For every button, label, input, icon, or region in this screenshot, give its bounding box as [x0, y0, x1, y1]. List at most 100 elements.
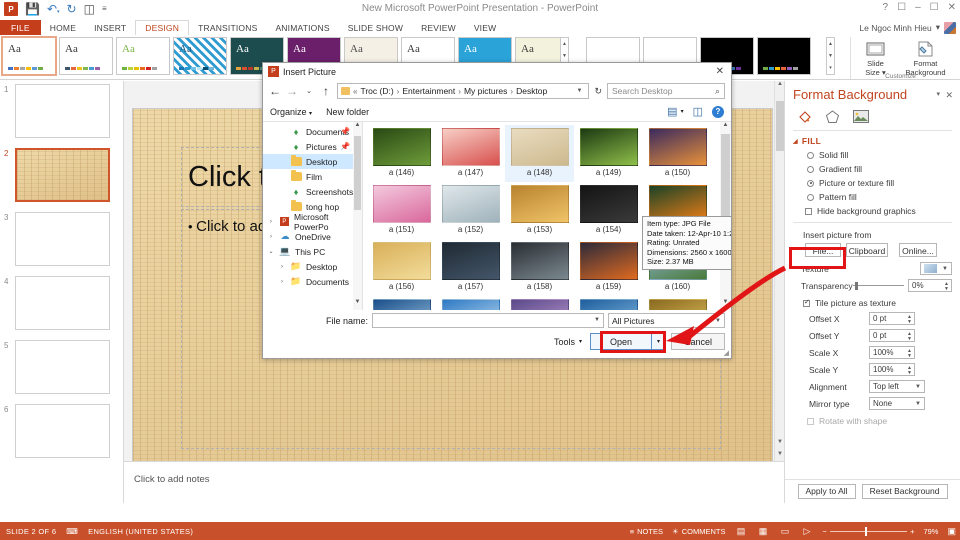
up-one-level-icon[interactable]: ↑: [320, 84, 332, 98]
notes-toggle-button[interactable]: ≡ NOTES: [630, 527, 663, 536]
restore-button[interactable]: ☐: [930, 2, 939, 13]
file-item[interactable]: a (152): [436, 182, 505, 239]
texture-caret-icon[interactable]: ▼: [942, 266, 951, 272]
tab-transitions[interactable]: TRANSITIONS: [189, 20, 266, 35]
address-bar[interactable]: «Troc (D:) › Entertainment › My pictures › Des…: [337, 83, 590, 99]
file-item[interactable]: a (164): [574, 296, 643, 310]
tile-picture-checkbox[interactable]: [803, 298, 810, 307]
radio-icon[interactable]: [807, 165, 814, 173]
spin-arrows-icon[interactable]: ▲ ▼: [907, 347, 912, 360]
panel-options-icon[interactable]: ▾: [936, 90, 940, 98]
file-thumbnail[interactable]: [510, 299, 569, 310]
file-item[interactable]: a (158): [505, 239, 574, 296]
nav-item-microsoft-powerpo[interactable]: › P Microsoft PowerPo: [263, 212, 362, 232]
slide-number-status[interactable]: SLIDE 2 OF 6: [6, 527, 56, 536]
file-type-caret-icon[interactable]: ▼: [715, 318, 721, 324]
help-button[interactable]: ?: [883, 2, 889, 13]
tab-home[interactable]: HOME: [41, 20, 85, 35]
theme-thumbnail-1[interactable]: Aa: [1, 36, 57, 76]
tile-picture-row[interactable]: Tile picture as texture: [803, 298, 952, 308]
file-thumbnail[interactable]: [579, 242, 638, 280]
tab-animations[interactable]: ANIMATIONS: [266, 20, 338, 35]
organize-caret-icon[interactable]: ▾: [309, 111, 312, 117]
slide-thumbnail-6[interactable]: 6: [0, 401, 123, 465]
avatar[interactable]: [944, 21, 956, 34]
nav-item-documents[interactable]: ♦ Documents 📌: [263, 124, 362, 139]
file-thumbnail[interactable]: [648, 128, 707, 166]
slide-preview[interactable]: [15, 340, 110, 394]
transparency-spinner[interactable]: 0% ▲ ▼: [908, 279, 952, 292]
normal-view-button[interactable]: ▤: [734, 526, 747, 537]
fill-option-solid-fill[interactable]: Solid fill: [807, 150, 952, 160]
file-thumbnail[interactable]: [372, 128, 431, 166]
file-item[interactable]: a (156): [367, 239, 436, 296]
dialog-help-icon[interactable]: ?: [712, 105, 724, 118]
theme-thumbnail-3[interactable]: Aa: [116, 37, 170, 75]
transparency-knob[interactable]: [855, 281, 858, 290]
slide-thumbnails-panel[interactable]: 1 2 3 4 5 6: [0, 81, 124, 503]
view-caret-icon[interactable]: ▾: [681, 108, 684, 115]
organize-button[interactable]: Organize ▾: [270, 107, 312, 117]
breadcrumb-item[interactable]: My pictures: [464, 86, 507, 96]
reading-view-button[interactable]: ▭: [778, 526, 791, 537]
file-thumbnail[interactable]: [579, 185, 638, 223]
theme-thumbnail-4[interactable]: Aa: [173, 37, 227, 75]
file-thumbnail[interactable]: [441, 128, 500, 166]
tab-insert[interactable]: INSERT: [85, 20, 135, 35]
pin-icon[interactable]: 📌: [340, 142, 350, 151]
back-icon[interactable]: ←: [269, 84, 281, 98]
file-thumbnail[interactable]: [441, 242, 500, 280]
file-name-dropdown-icon[interactable]: ▼: [594, 317, 600, 323]
file-thumbnail[interactable]: [579, 299, 638, 310]
zoom-out-button[interactable]: −: [822, 527, 826, 536]
slide-preview[interactable]: [15, 276, 110, 330]
notes-pane[interactable]: Click to add notes: [124, 461, 784, 503]
variants-up-icon[interactable]: ▲: [828, 41, 833, 47]
slide-thumbnail-4[interactable]: 4: [0, 273, 123, 337]
file-item[interactable]: a (159): [574, 239, 643, 296]
file-item[interactable]: a (157): [436, 239, 505, 296]
tab-view[interactable]: VIEW: [465, 20, 506, 35]
file-thumbnail[interactable]: [372, 242, 431, 280]
nav-item-screenshots[interactable]: ♦ Screenshots: [263, 184, 362, 199]
change-view-button[interactable]: ▤ ▾: [667, 105, 683, 118]
fill-option-gradient-fill[interactable]: Gradient fill: [807, 164, 952, 174]
cancel-button[interactable]: Cancel: [671, 333, 725, 350]
comments-toggle-button[interactable]: ☀ COMMENTS: [672, 527, 725, 536]
address-dropdown-icon[interactable]: ▼: [577, 88, 586, 94]
hide-background-graphics-checkbox[interactable]: [805, 207, 812, 215]
scroll-up-icon[interactable]: ▲: [562, 41, 567, 47]
file-thumbnail[interactable]: [579, 128, 638, 166]
preview-pane-icon[interactable]: ◫: [693, 105, 703, 118]
insert-from-file-button[interactable]: File...: [805, 243, 841, 257]
scrollbar-thumb[interactable]: [776, 101, 784, 151]
nav-item-this-pc[interactable]: ⌄ 💻 This PC: [263, 244, 362, 259]
forward-icon[interactable]: →: [286, 84, 298, 98]
dialog-file-list[interactable]: a (146) a (147) a (148) a (149) a (150) a (15…: [363, 122, 731, 310]
file-type-combo[interactable]: All Pictures ▼: [608, 313, 725, 328]
minimize-button[interactable]: –: [915, 2, 921, 13]
file-item[interactable]: a (146): [367, 125, 436, 182]
nav-item-pictures[interactable]: ♦ Pictures 📌: [263, 139, 362, 154]
nav-pane-scrollbar[interactable]: ▲ ▼: [353, 122, 362, 310]
open-split-caret-icon[interactable]: ▾: [652, 333, 666, 350]
search-box[interactable]: Search Desktop ⌕: [607, 83, 725, 99]
file-thumbnail[interactable]: [441, 185, 500, 223]
expand-chevron-icon[interactable]: ›: [267, 219, 275, 225]
slideshow-button[interactable]: ▷: [800, 526, 813, 537]
file-item[interactable]: a (153): [505, 182, 574, 239]
expand-chevron-icon[interactable]: ›: [278, 264, 286, 270]
file-item[interactable]: a (162): [436, 296, 505, 310]
scroll-down-icon[interactable]: ▼: [562, 53, 567, 59]
language-status[interactable]: ENGLISH (UNITED STATES): [88, 527, 193, 536]
file-thumbnail[interactable]: [372, 299, 431, 310]
close-button[interactable]: ✕: [948, 2, 956, 13]
file-thumbnail[interactable]: [510, 128, 569, 166]
radio-icon[interactable]: [807, 179, 814, 187]
rotate-with-shape-checkbox[interactable]: [807, 417, 814, 425]
slide-preview[interactable]: [15, 404, 110, 458]
new-folder-button[interactable]: New folder: [326, 107, 369, 117]
file-item[interactable]: a (163): [505, 296, 574, 310]
breadcrumb-item[interactable]: Desktop: [516, 86, 547, 96]
fill-section-header[interactable]: ◢ FILL: [793, 136, 952, 146]
